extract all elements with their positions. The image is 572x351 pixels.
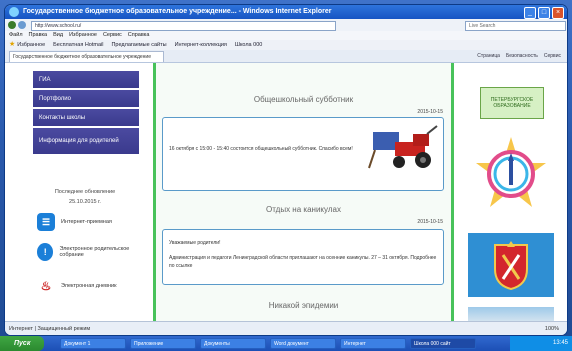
menu-item-favorites[interactable]: Избранное <box>69 31 97 40</box>
menu-item-file[interactable]: Файл <box>9 31 23 40</box>
tab-school[interactable]: Государственное бюджетное образовательно… <box>9 51 164 62</box>
page-content: ГИА Портфолио Контакты школы Информация … <box>5 63 567 321</box>
news-card: Уважаемые родители! Администрация и педа… <box>162 229 444 285</box>
coat-of-arms-image[interactable] <box>468 233 554 297</box>
sidebar-item-parents[interactable]: Информация для родителей <box>33 128 139 154</box>
status-bar: Интернет | Защищенный режим 100% <box>5 321 567 335</box>
shield-icon <box>494 241 528 291</box>
news-card: 16 октября с 15:00 - 15:40 состоится общ… <box>162 117 444 191</box>
favorite-link[interactable]: Школа 000 <box>235 40 262 50</box>
news-greeting: Уважаемые родители! <box>169 240 221 246</box>
news-text: 16 октября с 15:00 - 15:40 состоится общ… <box>169 146 353 152</box>
menu-item-view[interactable]: Вид <box>53 31 63 40</box>
favorites-button[interactable]: ★ Избранное <box>9 40 45 50</box>
news-title: Отдых на каникулах <box>266 205 341 214</box>
last-update-label: Последнее обновление <box>54 189 116 195</box>
system-tray-clock[interactable]: 13:45 <box>510 336 572 351</box>
alert-icon: ! <box>37 243 54 261</box>
chat-icon: ☰ <box>37 213 55 231</box>
tractor-image <box>368 125 438 169</box>
window-title: Государственное бюджетное образовательно… <box>23 8 332 15</box>
menu-bar: Файл Правка Вид Избранное Сервис Справка <box>5 31 567 40</box>
star-emblem-image[interactable] <box>472 135 550 213</box>
address-bar: http://www.school.ru/ Live Search <box>5 19 567 31</box>
star-icon: ★ <box>9 41 16 48</box>
page-menu[interactable]: Страница <box>477 51 500 61</box>
news-title: Никакой эпидемии <box>268 301 339 310</box>
favorite-link[interactable]: Предлагаемые сайты <box>111 40 166 50</box>
favorite-link[interactable]: Интернет-коллекция <box>175 40 227 50</box>
safety-menu[interactable]: Безопасность <box>506 51 538 61</box>
fire-icon: ♨ <box>37 277 55 295</box>
task-button[interactable]: Интернет <box>340 338 406 349</box>
taskbar: Пуск Документ 1 Приложение Документы Wor… <box>0 336 572 351</box>
news-title: Общешкольный субботник <box>253 95 354 104</box>
tab-bar: Государственное бюджетное образовательно… <box>5 50 567 63</box>
service-internet-reception[interactable]: ☰ Интернет-приемная <box>37 213 147 231</box>
minimize-button[interactable]: _ <box>524 7 536 19</box>
task-button[interactable]: Приложение <box>130 338 196 349</box>
zoom-level[interactable]: 100% <box>545 322 559 335</box>
sidebar-nav: ГИА Портфолио Контакты школы Информация … <box>33 71 139 156</box>
education-logo[interactable]: ПЕТЕРБУРГСКОЕ ОБРАЗОВАНИЕ <box>480 87 544 119</box>
right-column: ПЕТЕРБУРГСКОЕ ОБРАЗОВАНИЕ <box>454 63 567 321</box>
start-button[interactable]: Пуск <box>0 336 44 351</box>
task-list: Документ 1 Приложение Документы Word док… <box>60 338 476 349</box>
service-e-diary[interactable]: ♨ Электронная дневник <box>37 277 147 295</box>
news-text: Администрация и педагоги Ленинградской о… <box>169 255 437 269</box>
browser-window: Государственное бюджетное образовательно… <box>5 5 567 335</box>
status-text: Интернет | Защищенный режим <box>9 326 91 332</box>
back-icon[interactable] <box>8 21 16 29</box>
building-photo[interactable] <box>468 307 554 321</box>
sidebar-item-contacts[interactable]: Контакты школы <box>33 109 139 126</box>
command-bar: Страница Безопасность Сервис <box>477 51 561 61</box>
ie-icon <box>9 7 19 17</box>
task-button[interactable]: Word документ <box>270 338 336 349</box>
news-column: Общешкольный субботник 2015-10-15 16 окт… <box>153 63 454 321</box>
url-input[interactable]: http://www.school.ru/ <box>31 21 336 31</box>
news-date: 2015-10-15 <box>417 109 443 115</box>
menu-item-tools[interactable]: Сервис <box>103 31 122 40</box>
menu-item-edit[interactable]: Правка <box>29 31 48 40</box>
window-controls: _ □ × <box>524 7 564 19</box>
search-input[interactable]: Live Search <box>465 21 566 31</box>
sidebar-item-gia[interactable]: ГИА <box>33 71 139 88</box>
service-parent-meeting[interactable]: ! Электронное родительское собрание <box>37 243 147 261</box>
task-button[interactable]: Документы <box>200 338 266 349</box>
favorites-bar: ★ Избранное Бесплатная Hotmail Предлагаем… <box>5 40 567 50</box>
task-button[interactable]: Документ 1 <box>60 338 126 349</box>
forward-icon[interactable] <box>18 21 26 29</box>
close-button[interactable]: × <box>552 7 564 19</box>
maximize-button[interactable]: □ <box>538 7 550 19</box>
menu-item-help[interactable]: Справка <box>128 31 150 40</box>
title-bar: Государственное бюджетное образовательно… <box>5 5 567 19</box>
sidebar-item-portfolio[interactable]: Портфолио <box>33 90 139 107</box>
last-update-date: 25.10.2015 г. <box>69 199 101 205</box>
mouse-cursor-icon <box>19 223 24 229</box>
left-column: ГИА Портфолио Контакты школы Информация … <box>5 63 153 321</box>
news-date: 2015-10-15 <box>417 219 443 225</box>
tools-menu[interactable]: Сервис <box>544 51 561 61</box>
favorite-link[interactable]: Бесплатная Hotmail <box>53 40 103 50</box>
task-button-active[interactable]: Школа 000 сайт <box>410 338 476 349</box>
